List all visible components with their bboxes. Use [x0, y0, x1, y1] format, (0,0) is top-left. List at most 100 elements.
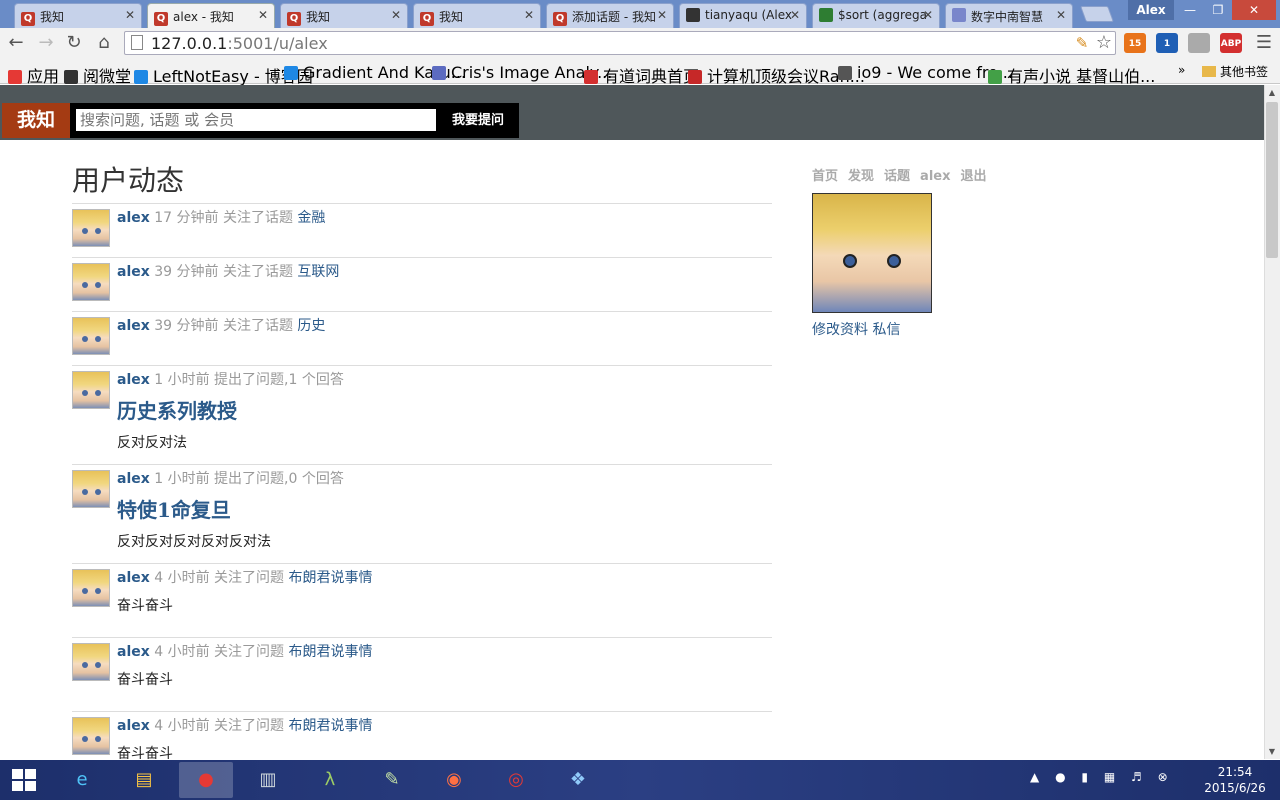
- home-icon[interactable]: ⌂: [94, 33, 114, 53]
- scroll-up-icon[interactable]: ▲: [1264, 86, 1280, 100]
- forward-icon[interactable]: →: [36, 33, 56, 53]
- wechat-icon[interactable]: ●: [1055, 770, 1065, 784]
- minimize-icon[interactable]: —: [1176, 0, 1204, 20]
- bookmark-item[interactable]: io9 - We come fro...: [838, 63, 1013, 82]
- user-avatar[interactable]: [72, 209, 110, 247]
- firefox-icon[interactable]: ◉: [427, 762, 481, 798]
- nav-user[interactable]: alex: [920, 169, 950, 184]
- tab-close-icon[interactable]: ✕: [1056, 8, 1066, 22]
- browser-tab[interactable]: $sort (aggregation)✕: [812, 3, 940, 28]
- reload-icon[interactable]: ↻: [64, 33, 84, 53]
- volume-icon[interactable]: ♬: [1131, 770, 1142, 784]
- bookmark-item[interactable]: 阅微堂: [64, 63, 131, 87]
- user-avatar[interactable]: [72, 569, 110, 607]
- feed-action: 提出了问题,0 个回答: [214, 471, 344, 487]
- user-avatar[interactable]: [72, 470, 110, 508]
- nav-topics[interactable]: 话题: [884, 169, 910, 184]
- feed-user-link[interactable]: alex: [117, 644, 150, 660]
- start-button[interactable]: [12, 769, 36, 791]
- browser-tab[interactable]: Q 我知 ✕: [14, 3, 142, 28]
- tab-close-icon[interactable]: ✕: [790, 8, 800, 22]
- feed-user-link[interactable]: alex: [117, 471, 150, 487]
- bookmark-item[interactable]: 有声小说 基督山伯...: [988, 63, 1155, 87]
- explorer-icon[interactable]: ▤: [117, 762, 171, 798]
- browser-tab[interactable]: Q 我知 ✕: [280, 3, 408, 28]
- feed-user-link[interactable]: alex: [117, 718, 150, 734]
- other-bookmarks[interactable]: 其他书签: [1202, 63, 1268, 80]
- new-tab-button[interactable]: [1080, 6, 1114, 22]
- avatar-eye: [82, 588, 88, 594]
- rss-icon[interactable]: 15: [1124, 33, 1146, 53]
- browser-tab[interactable]: Q 我知 ✕: [413, 3, 541, 28]
- scroll-thumb[interactable]: [1266, 102, 1278, 258]
- back-icon[interactable]: ←: [6, 33, 26, 53]
- browser-tab[interactable]: 数字中南智慧 ✕: [945, 3, 1073, 28]
- adblock-icon[interactable]: ABP: [1220, 33, 1242, 53]
- bookmarks-more[interactable]: »: [1178, 63, 1185, 77]
- browser-tab[interactable]: Q 添加话题 - 我知 ✕: [546, 3, 674, 28]
- feed-target-link[interactable]: 布朗君说事情: [289, 570, 373, 586]
- site-logo[interactable]: 我知: [2, 103, 70, 138]
- broom-icon[interactable]: ✎: [1072, 33, 1092, 53]
- tab-close-icon[interactable]: ✕: [125, 8, 135, 22]
- netease-music-icon[interactable]: ◎: [489, 762, 543, 798]
- feed-target-link[interactable]: 历史: [297, 318, 325, 334]
- browser-tab[interactable]: tianyaqu (Alex) ✕: [679, 3, 807, 28]
- address-bar[interactable]: 127.0.0.1:5001/u/alex: [124, 31, 1116, 55]
- user-avatar[interactable]: [72, 317, 110, 355]
- feed-user-link[interactable]: alex: [117, 264, 150, 280]
- tab-close-icon[interactable]: ✕: [923, 8, 933, 22]
- tab-close-icon[interactable]: ✕: [524, 8, 534, 22]
- feed-user-link[interactable]: alex: [117, 210, 150, 226]
- lambda-icon[interactable]: λ: [303, 762, 357, 798]
- question-title-link[interactable]: 特使1命复旦: [117, 494, 772, 523]
- tray-expand-icon[interactable]: ▲: [1030, 770, 1039, 784]
- bookmark-item[interactable]: 有道词典首页: [584, 63, 699, 87]
- tab-close-icon[interactable]: ✕: [391, 8, 401, 22]
- battery-icon[interactable]: ▮: [1081, 770, 1088, 784]
- close-window-icon[interactable]: ✕: [1232, 0, 1276, 20]
- bookmark-item[interactable]: 应用: [8, 63, 59, 87]
- private-message-link[interactable]: 私信: [872, 322, 900, 338]
- ask-question-button[interactable]: 我要提问: [442, 103, 514, 138]
- restore-icon[interactable]: ❐: [1204, 0, 1232, 20]
- feed-target-link[interactable]: 布朗君说事情: [289, 718, 373, 734]
- profile-button[interactable]: Alex: [1128, 0, 1174, 20]
- clock[interactable]: 21:54 2015/6/26: [1200, 764, 1270, 796]
- chrome-icon[interactable]: ●: [179, 762, 233, 798]
- paint-icon[interactable]: ❖: [551, 762, 605, 798]
- feed-target-link[interactable]: 金融: [297, 210, 325, 226]
- circle-icon[interactable]: [1188, 33, 1210, 53]
- stats-icon[interactable]: 1: [1156, 33, 1178, 53]
- menu-icon[interactable]: ☰: [1254, 33, 1274, 53]
- feed-user-link[interactable]: alex: [117, 318, 150, 334]
- feed-target-link[interactable]: 布朗君说事情: [289, 644, 373, 660]
- site-favicon-icon: Q: [154, 12, 168, 26]
- user-avatar[interactable]: [72, 371, 110, 409]
- network-icon[interactable]: ▦: [1104, 770, 1115, 784]
- feed-time: 39 分钟前: [154, 318, 219, 334]
- reader-icon[interactable]: ▥: [241, 762, 295, 798]
- edit-profile-link[interactable]: 修改资料: [812, 322, 868, 338]
- nav-discover[interactable]: 发现: [848, 169, 874, 184]
- notification-icon[interactable]: ⊗: [1158, 770, 1168, 784]
- feed-target-link[interactable]: 互联网: [297, 264, 339, 280]
- nav-home[interactable]: 首页: [812, 169, 838, 184]
- search-input[interactable]: [76, 109, 436, 131]
- scroll-down-icon[interactable]: ▼: [1264, 745, 1280, 759]
- question-title-link[interactable]: 历史系列教授: [117, 395, 772, 424]
- browser-tab[interactable]: Qalex - 我知 ✕: [147, 3, 275, 28]
- feed-user-link[interactable]: alex: [117, 570, 150, 586]
- tab-close-icon[interactable]: ✕: [657, 8, 667, 22]
- bookmark-label: 有道词典首页: [603, 67, 700, 86]
- user-avatar[interactable]: [72, 263, 110, 301]
- ie-icon[interactable]: e: [55, 762, 109, 798]
- bookmark-star-icon[interactable]: ☆: [1094, 33, 1114, 53]
- feed-user-link[interactable]: alex: [117, 372, 150, 388]
- tab-close-icon[interactable]: ✕: [258, 8, 268, 22]
- nav-logout[interactable]: 退出: [960, 169, 986, 184]
- avatar-eye: [95, 662, 101, 668]
- user-avatar[interactable]: [72, 643, 110, 681]
- user-avatar[interactable]: [72, 717, 110, 755]
- notepad-icon[interactable]: ✎: [365, 762, 419, 798]
